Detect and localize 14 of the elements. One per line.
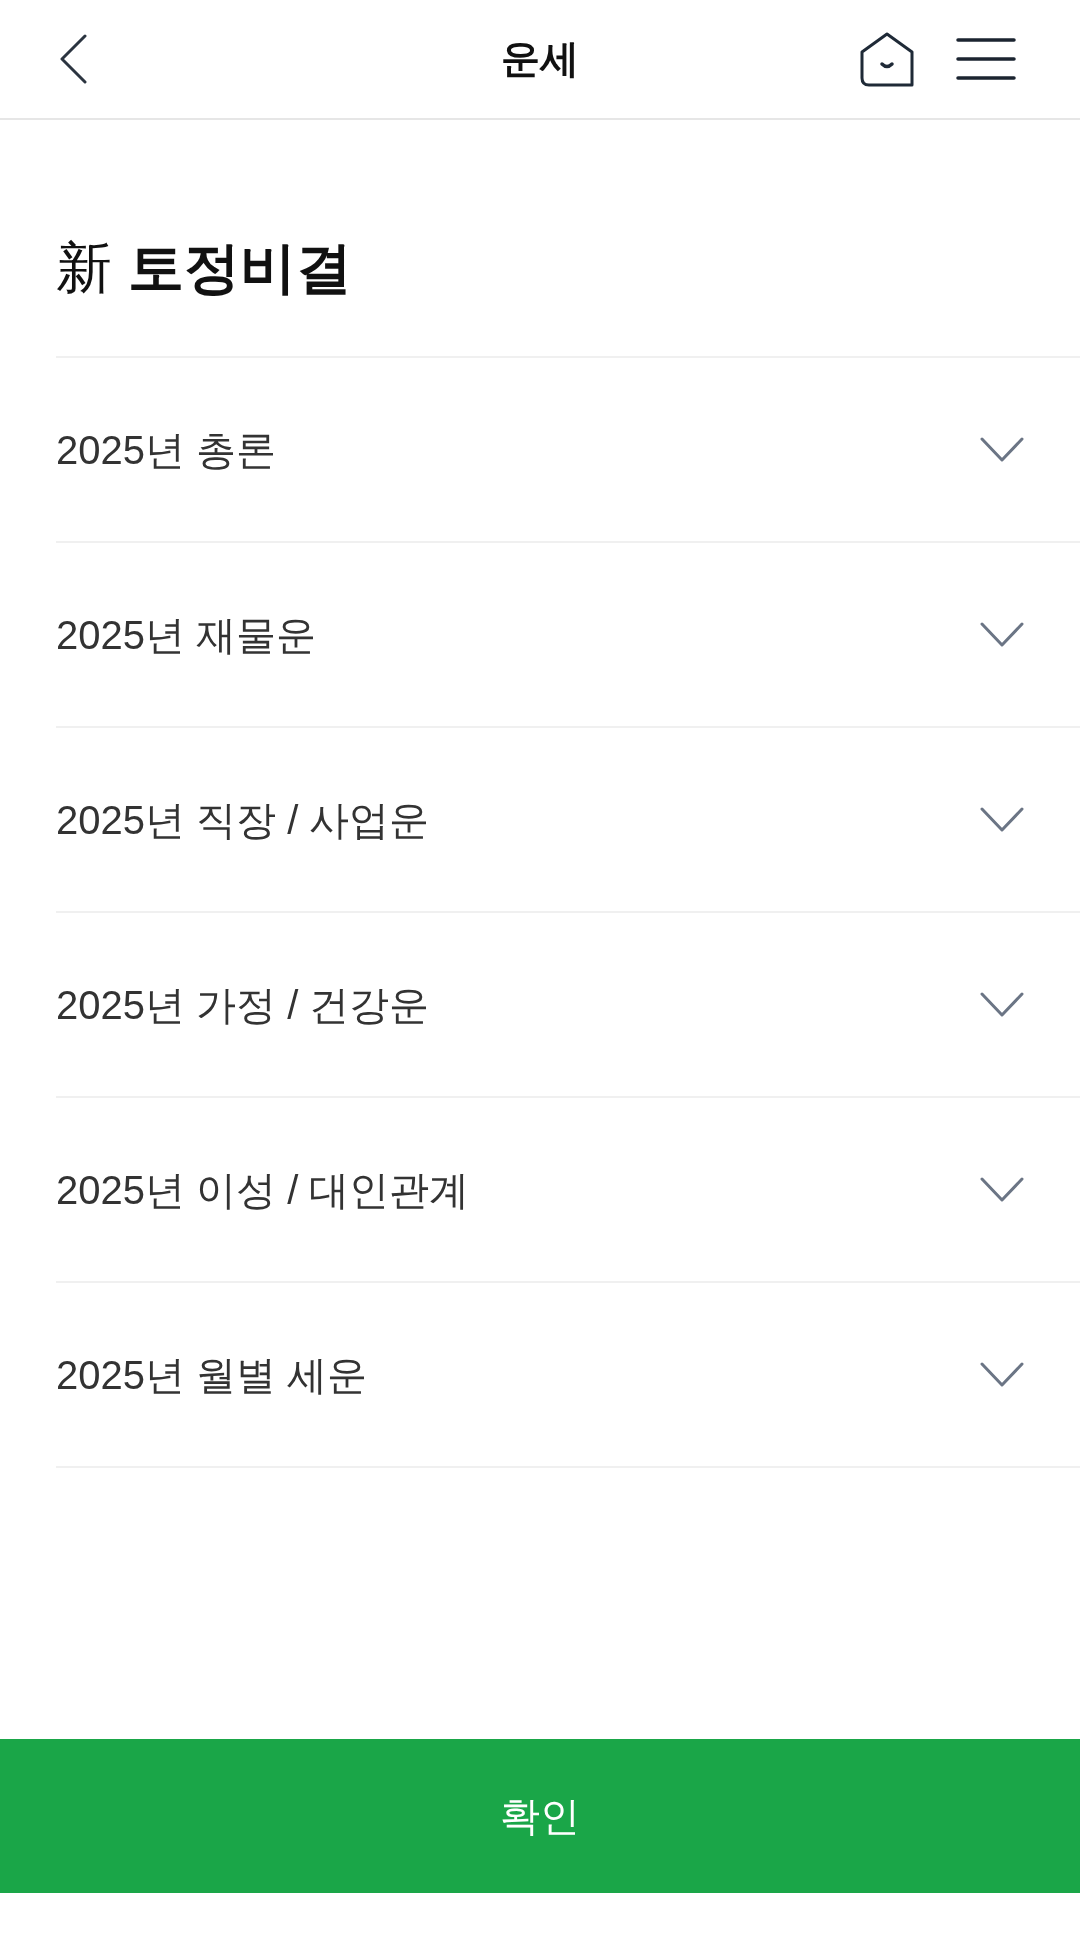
accordion-item[interactable]: 2025년 직장 / 사업운 xyxy=(56,728,1080,913)
menu-button[interactable] xyxy=(956,38,1016,80)
accordion-item[interactable]: 2025년 총론 xyxy=(56,358,1080,543)
accordion-item[interactable]: 2025년 이성 / 대인관계 xyxy=(56,1098,1080,1283)
accordion-item[interactable]: 2025년 월별 세운 xyxy=(56,1283,1080,1468)
menu-icon xyxy=(956,38,1016,80)
home-button[interactable] xyxy=(860,31,914,87)
house-icon xyxy=(860,31,914,87)
page-title: 新 토정비결 xyxy=(56,236,353,300)
accordion-item[interactable]: 2025년 재물운 xyxy=(56,543,1080,728)
back-icon xyxy=(60,34,87,84)
accordion-item[interactable]: 2025년 가정 / 건강운 xyxy=(56,913,1080,1098)
back-button[interactable] xyxy=(60,34,87,84)
header-title: 운세 xyxy=(501,36,579,82)
